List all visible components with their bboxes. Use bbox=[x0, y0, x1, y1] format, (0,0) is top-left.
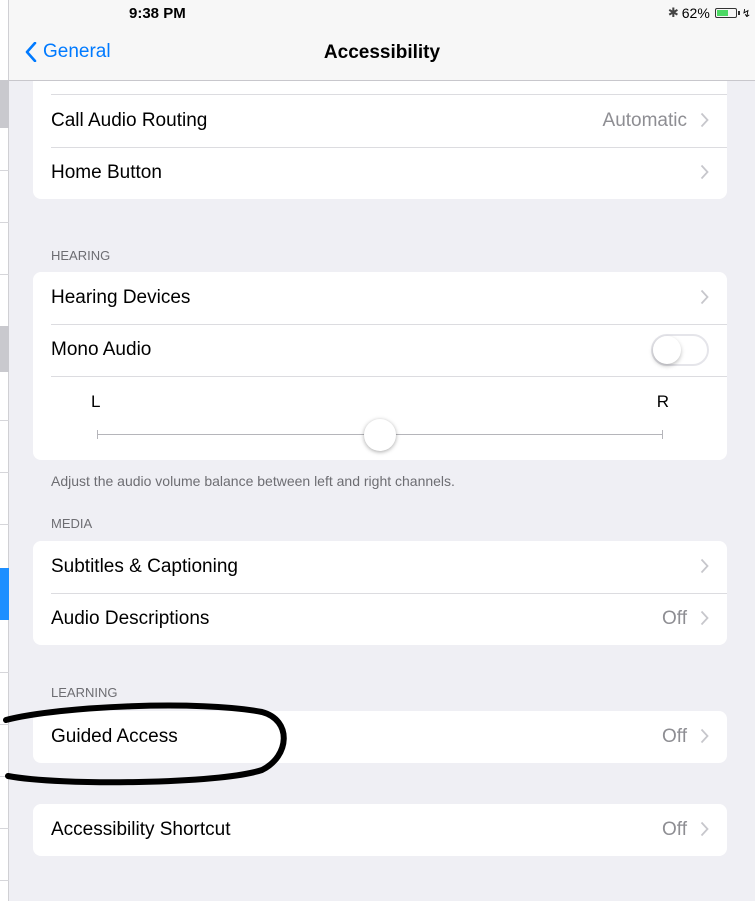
accessibility-shortcut-label: Accessibility Shortcut bbox=[51, 819, 231, 840]
mono-audio-row: Mono Audio bbox=[33, 324, 727, 376]
chevron-right-icon bbox=[700, 821, 709, 837]
accessibility-shortcut-value: Off bbox=[662, 819, 687, 840]
audio-descriptions-row[interactable]: Audio Descriptions Off bbox=[33, 593, 727, 645]
call-audio-routing-label: Call Audio Routing bbox=[51, 110, 208, 131]
bluetooth-icon: ✱ bbox=[667, 5, 679, 20]
chevron-right-icon bbox=[700, 289, 709, 305]
hearing-section-header: HEARING bbox=[51, 248, 111, 263]
balance-left-tick bbox=[97, 430, 98, 439]
status-bar: 9:38 PM ✱ 62% ↯ bbox=[9, 0, 755, 28]
media-group: Subtitles & Captioning Audio Description… bbox=[33, 541, 727, 645]
home-button-row[interactable]: Home Button bbox=[33, 147, 727, 199]
hearing-devices-label: Hearing Devices bbox=[51, 287, 191, 308]
home-button-label: Home Button bbox=[51, 162, 162, 183]
call-audio-routing-row[interactable]: Call Audio Routing Automatic bbox=[33, 95, 727, 147]
balance-left-label: L bbox=[91, 392, 101, 411]
top-settings-group: Call Audio Routing Automatic Home Button bbox=[33, 81, 727, 199]
subtitles-captioning-label: Subtitles & Captioning bbox=[51, 556, 238, 577]
shortcut-group: Accessibility Shortcut Off bbox=[33, 804, 727, 856]
mono-audio-label: Mono Audio bbox=[51, 339, 152, 360]
audio-descriptions-value: Off bbox=[662, 608, 687, 629]
highlight-ellipse-annotation bbox=[3, 702, 287, 786]
media-section-header: MEDIA bbox=[51, 516, 93, 531]
call-audio-routing-value: Automatic bbox=[602, 110, 687, 131]
battery-percent: 62% bbox=[681, 5, 710, 21]
mono-audio-toggle[interactable] bbox=[651, 334, 709, 366]
hearing-group: Hearing Devices Mono Audio L R bbox=[33, 272, 727, 460]
toggle-knob bbox=[653, 336, 681, 364]
balance-slider-thumb[interactable] bbox=[364, 419, 396, 451]
accessibility-shortcut-row[interactable]: Accessibility Shortcut Off bbox=[33, 804, 727, 856]
chevron-right-icon bbox=[700, 610, 709, 626]
audio-descriptions-label: Audio Descriptions bbox=[51, 608, 210, 629]
balance-right-label: R bbox=[656, 392, 669, 411]
balance-footer-note: Adjust the audio volume balance between … bbox=[51, 473, 455, 489]
navigation-bar: General Accessibility bbox=[9, 28, 755, 81]
page-title: Accessibility bbox=[323, 42, 441, 63]
balance-right-tick bbox=[662, 430, 663, 439]
guided-access-value: Off bbox=[662, 726, 687, 747]
chevron-right-icon bbox=[700, 558, 709, 574]
subtitles-captioning-row[interactable]: Subtitles & Captioning bbox=[33, 541, 727, 593]
chevron-right-icon bbox=[700, 164, 709, 180]
balance-slider-area: L R bbox=[33, 376, 727, 460]
hearing-devices-row[interactable]: Hearing Devices bbox=[33, 272, 727, 324]
status-time: 9:38 PM bbox=[129, 5, 186, 22]
battery-icon bbox=[714, 8, 740, 18]
chevron-right-icon bbox=[700, 728, 709, 744]
chevron-right-icon bbox=[700, 112, 709, 128]
charging-icon: ↯ bbox=[741, 7, 751, 20]
